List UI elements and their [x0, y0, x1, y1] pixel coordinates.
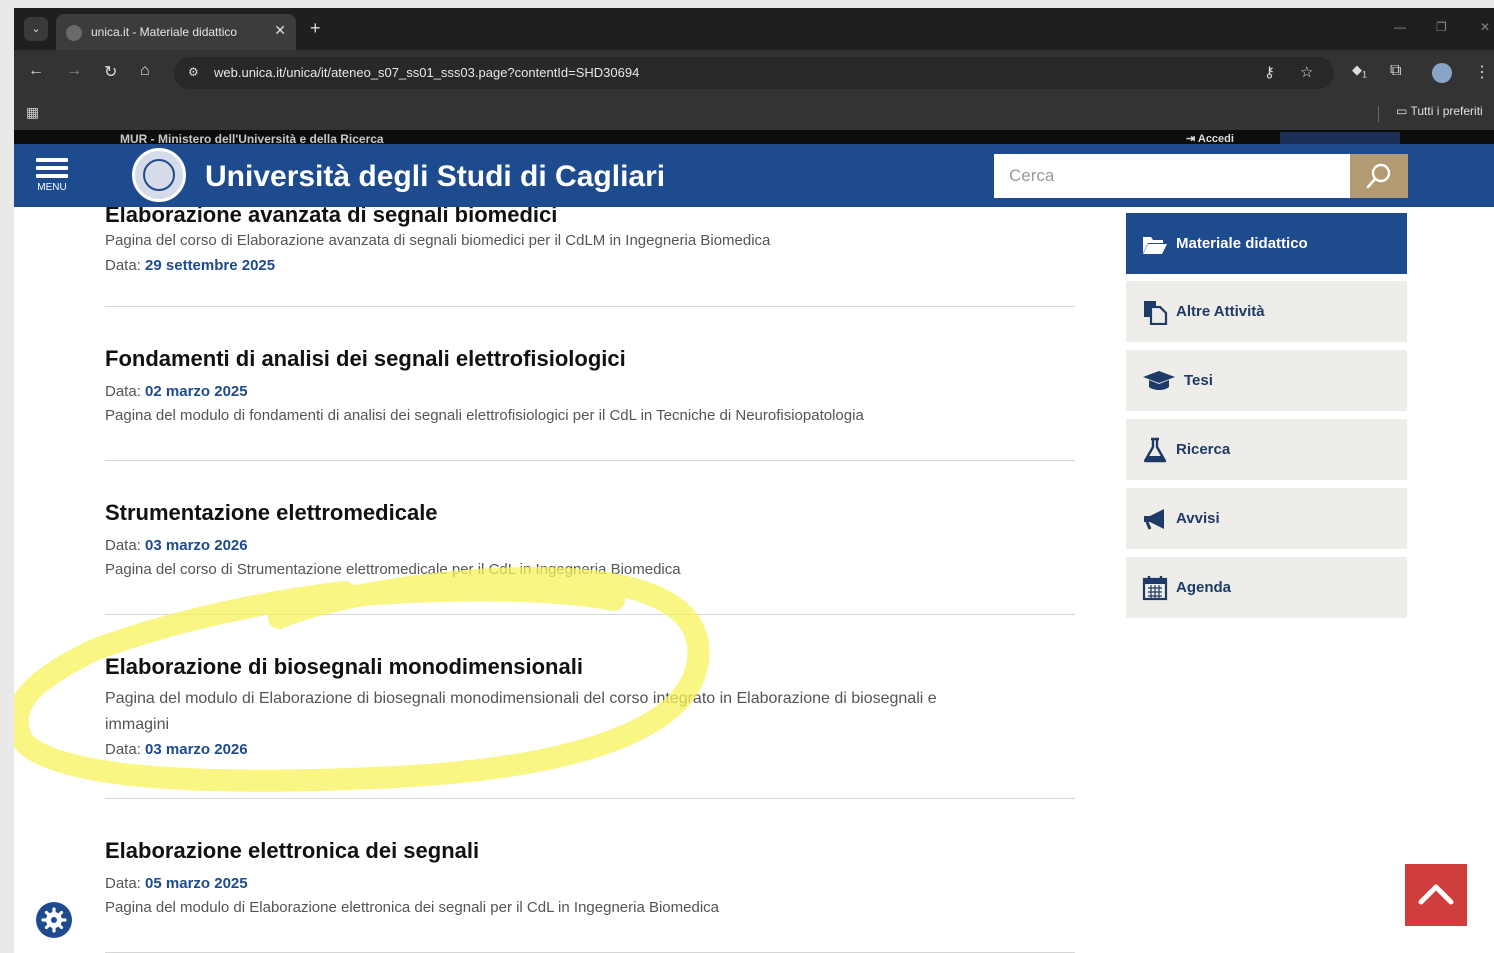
- article-date: Data: 02 marzo 2025: [105, 380, 1075, 404]
- profile-avatar[interactable]: [1432, 63, 1452, 83]
- bookmarks-bar: ▦ ▭ Tutti i preferiti: [14, 96, 1494, 130]
- new-tab-icon[interactable]: +: [310, 18, 321, 39]
- article-date: Data: 03 marzo 2026: [105, 534, 1075, 558]
- all-bookmarks-folder[interactable]: ▭ Tutti i preferiti: [1396, 104, 1483, 118]
- article-item: Pagina del corso di Elaborazione avanzat…: [105, 228, 1075, 278]
- menu-button[interactable]: MENU: [36, 158, 68, 198]
- article-title[interactable]: Fondamenti di analisi dei segnali elettr…: [105, 346, 1075, 372]
- date-value: 02 marzo 2025: [145, 383, 248, 400]
- article-description-line2: immagini: [105, 716, 170, 733]
- hamburger-icon: [36, 158, 68, 178]
- date-prefix: Data:: [105, 537, 141, 554]
- article-date: Data: 29 settembre 2025: [105, 254, 1075, 278]
- article-divider: [105, 460, 1075, 461]
- site-header: MENU Università degli Studi di Cagliari: [14, 144, 1494, 207]
- language-box[interactable]: [1280, 132, 1400, 144]
- restore-icon[interactable]: ❐: [1436, 20, 1447, 34]
- tab-bar: ⌄ unica.it - Materiale didattico ✕ + — ❐…: [14, 8, 1494, 50]
- back-icon[interactable]: ←: [28, 62, 44, 80]
- sidebar-item-avvisi[interactable]: Avvisi: [1126, 488, 1407, 549]
- documents-icon: [1144, 301, 1168, 325]
- gear-icon: [41, 907, 67, 933]
- sidebar-item-altre-attivita[interactable]: Altre Attività: [1126, 281, 1407, 342]
- date-value: 03 marzo 2026: [145, 741, 248, 758]
- article-item: Elaborazione elettronica dei segnali Dat…: [105, 838, 1075, 920]
- kebab-menu-icon[interactable]: ⋮: [1474, 62, 1490, 82]
- tab-close-icon[interactable]: ✕: [274, 22, 286, 39]
- date-prefix: Data:: [105, 875, 141, 892]
- url-text[interactable]: web.unica.it/unica/it/ateneo_s07_ss01_ss…: [214, 65, 639, 80]
- sidebar-item-label: Materiale didattico: [1176, 235, 1308, 252]
- forward-icon[interactable]: →: [66, 62, 82, 80]
- tab-search-button[interactable]: ⌄: [24, 17, 48, 41]
- sidebar-item-agenda[interactable]: Agenda: [1126, 557, 1407, 618]
- article-description: Pagina del modulo di Elaborazione elettr…: [105, 899, 719, 916]
- top-strip: MUR - Ministero dell'Università e della …: [14, 130, 1494, 146]
- apps-grid-icon[interactable]: ▦: [26, 104, 39, 121]
- article-title[interactable]: Elaborazione di biosegnali monodimension…: [105, 654, 1075, 680]
- sidebar-item-label: Tesi: [1184, 372, 1213, 389]
- search-button[interactable]: [1350, 154, 1408, 198]
- article-description: Pagina del modulo di fondamenti di anali…: [105, 407, 864, 424]
- article-divider: [105, 306, 1075, 307]
- article-divider: [105, 614, 1075, 615]
- article-item: Strumentazione elettromedicale Data: 03 …: [105, 500, 1075, 582]
- extension-icon[interactable]: ◆1: [1352, 62, 1367, 80]
- bookmark-separator: [1378, 106, 1379, 122]
- reload-icon[interactable]: ↻: [104, 62, 117, 82]
- sidebar-item-label: Agenda: [1176, 579, 1232, 596]
- menu-label: MENU: [37, 182, 67, 193]
- site-title[interactable]: Università degli Studi di Cagliari: [205, 160, 665, 194]
- minimize-icon[interactable]: —: [1394, 20, 1406, 34]
- accessibility-settings-button[interactable]: [36, 902, 72, 938]
- home-icon[interactable]: ⌂: [140, 62, 150, 80]
- sidebar-item-ricerca[interactable]: Ricerca: [1126, 419, 1407, 480]
- site-info-icon[interactable]: ⚙: [188, 65, 199, 79]
- article-title[interactable]: Strumentazione elettromedicale: [105, 500, 1075, 526]
- flask-icon: [1143, 437, 1167, 463]
- date-prefix: Data:: [105, 257, 141, 274]
- tab-title: unica.it - Materiale didattico: [91, 25, 238, 39]
- web-page: MUR - Ministero dell'Università e della …: [14, 130, 1494, 953]
- article-description: Pagina del corso di Elaborazione avanzat…: [105, 232, 771, 249]
- sidebar-item-label: Avvisi: [1176, 510, 1220, 527]
- bookmark-star-icon[interactable]: ☆: [1300, 63, 1313, 81]
- date-value: 05 marzo 2025: [145, 875, 248, 892]
- article-date: Data: 05 marzo 2025: [105, 872, 1075, 896]
- extensions-puzzle-icon[interactable]: ⧉: [1390, 62, 1401, 80]
- browser-window: ⌄ unica.it - Materiale didattico ✕ + — ❐…: [14, 8, 1494, 953]
- date-value: 29 settembre 2025: [145, 257, 276, 274]
- article-description-line1: Pagina del modulo di Elaborazione di bio…: [105, 690, 937, 707]
- article-description: Pagina del corso di Strumentazione elett…: [105, 561, 681, 578]
- active-tab[interactable]: unica.it - Materiale didattico ✕: [56, 14, 296, 50]
- all-bookmarks-label: Tutti i preferiti: [1410, 104, 1483, 118]
- article-divider: [105, 798, 1075, 799]
- article-item: Fondamenti di analisi dei segnali elettr…: [105, 346, 1075, 428]
- article-date: Data: 03 marzo 2026: [105, 738, 1075, 762]
- article-item: Elaborazione di biosegnali monodimension…: [105, 654, 1075, 762]
- university-seal-logo[interactable]: [132, 148, 186, 202]
- date-value: 03 marzo 2026: [145, 537, 248, 554]
- megaphone-icon: [1144, 509, 1164, 530]
- password-key-icon[interactable]: ⚷: [1264, 63, 1275, 81]
- favicon-icon: [66, 25, 82, 41]
- browser-toolbar: ← → ↻ ⌂ ⚙ web.unica.it/unica/it/ateneo_s…: [14, 50, 1494, 96]
- search-icon: [1366, 163, 1391, 189]
- sidebar-item-label: Altre Attività: [1176, 303, 1265, 320]
- scroll-to-top-button[interactable]: [1405, 864, 1467, 926]
- date-prefix: Data:: [105, 741, 141, 758]
- close-window-icon[interactable]: ✕: [1480, 20, 1490, 34]
- folder-open-icon: [1143, 237, 1167, 254]
- graduation-cap-icon: [1143, 371, 1175, 390]
- sidebar-item-label: Ricerca: [1176, 441, 1231, 458]
- sidebar-item-tesi[interactable]: Tesi: [1126, 350, 1407, 411]
- login-link[interactable]: ⇥ Accedi: [1186, 132, 1270, 145]
- search-input[interactable]: [994, 154, 1350, 198]
- calendar-icon: [1142, 576, 1168, 601]
- date-prefix: Data:: [105, 383, 141, 400]
- chevron-up-icon: [1418, 884, 1454, 905]
- sidebar-item-materiale-didattico[interactable]: Materiale didattico: [1126, 213, 1407, 274]
- article-title[interactable]: Elaborazione elettronica dei segnali: [105, 838, 1075, 864]
- address-bar[interactable]: ⚙ web.unica.it/unica/it/ateneo_s07_ss01_…: [174, 57, 1334, 89]
